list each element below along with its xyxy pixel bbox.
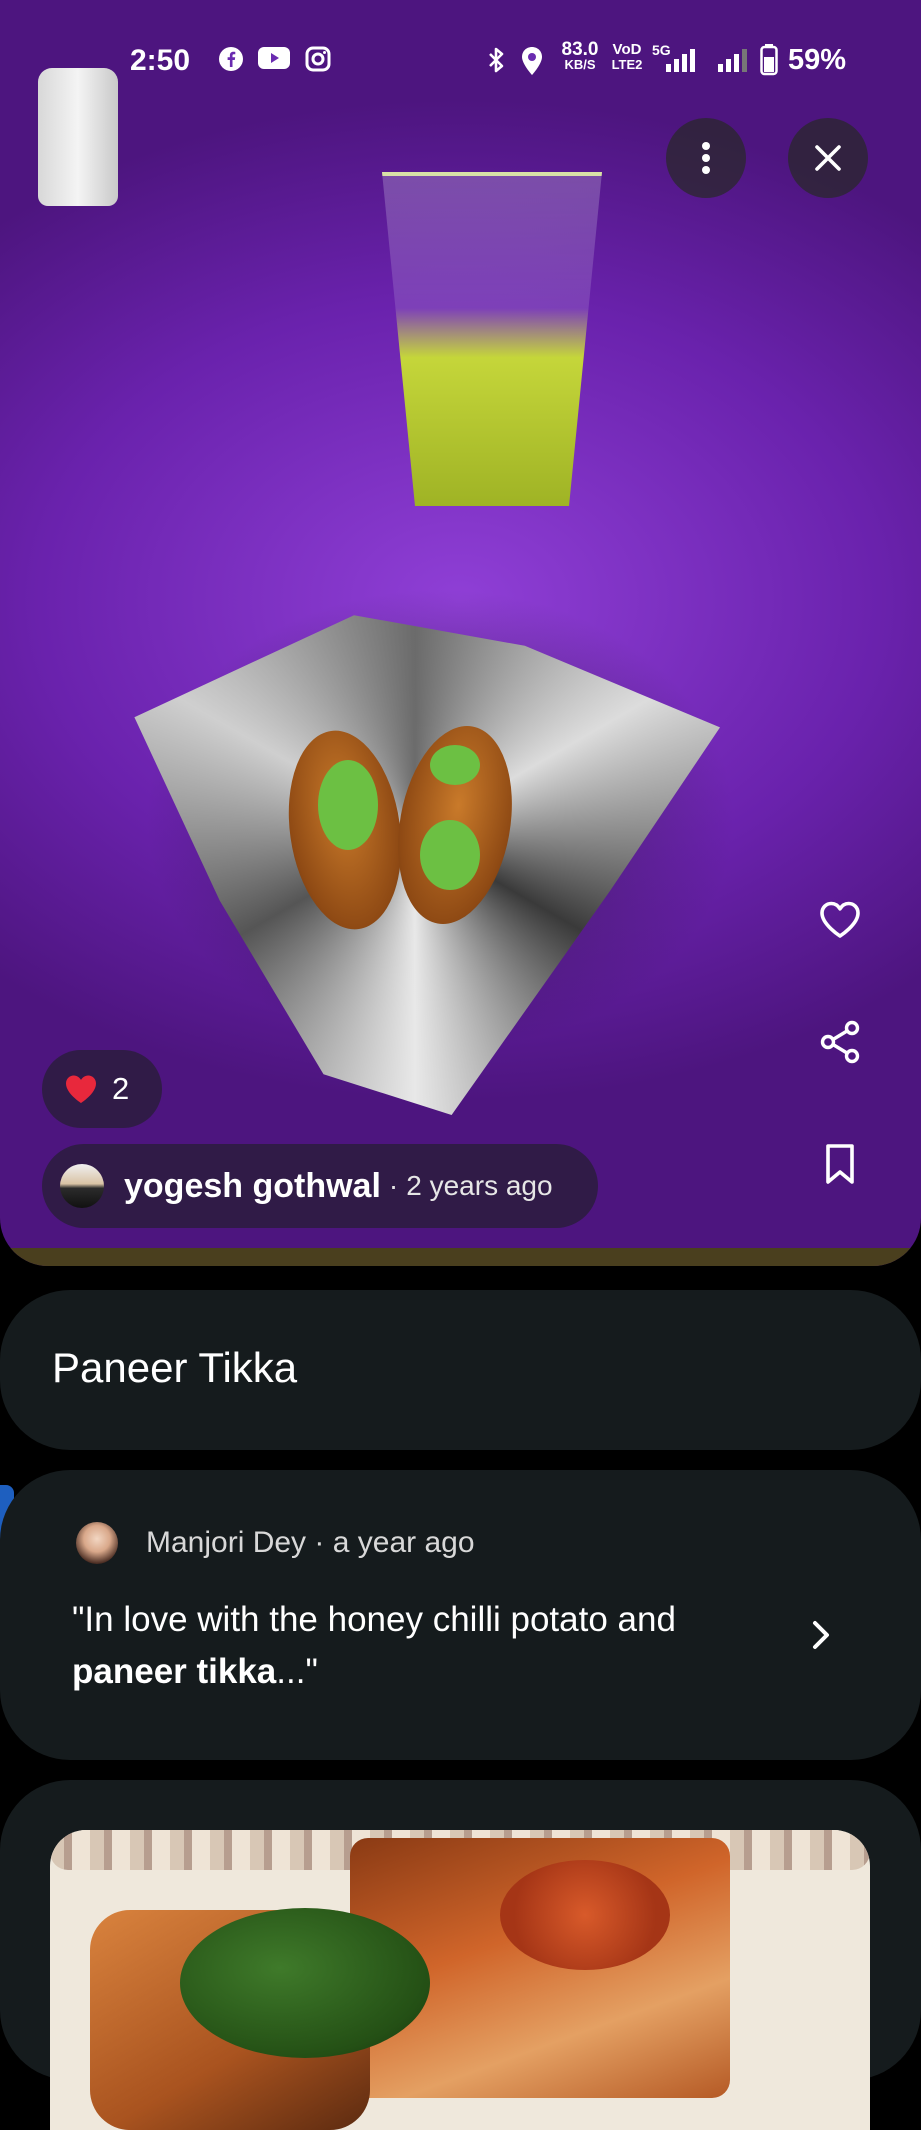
share-icon xyxy=(820,1020,860,1064)
battery-icon xyxy=(760,44,778,83)
related-dish-photo[interactable] xyxy=(50,1830,870,2130)
like-button[interactable] xyxy=(816,896,864,944)
chutney-graphic xyxy=(430,745,480,785)
capsicum-graphic xyxy=(180,1908,430,2058)
likes-count: 2 xyxy=(112,1071,130,1106)
likes-badge[interactable]: 2 xyxy=(42,1050,162,1128)
posted-time: 2 years ago xyxy=(406,1170,553,1201)
review-text-end: ..." xyxy=(276,1652,318,1691)
review-time: a year ago xyxy=(332,1526,475,1559)
review-text-highlight: paneer tikka xyxy=(72,1652,277,1691)
save-button[interactable] xyxy=(816,1140,864,1188)
signal-strength-icon xyxy=(664,48,706,81)
volte-bottom: LTE2 xyxy=(611,57,643,72)
tomato-graphic xyxy=(500,1860,670,1970)
bluetooth-icon xyxy=(486,46,506,81)
photo-author[interactable]: yogesh gothwal · 2 years ago xyxy=(42,1144,598,1228)
signal-strength-2-icon xyxy=(716,48,752,81)
network-speed-value: 83.0 xyxy=(561,39,599,60)
instagram-icon xyxy=(305,46,331,79)
heart-outline-icon xyxy=(820,901,860,938)
status-time: 2:50 xyxy=(130,44,191,77)
share-button[interactable] xyxy=(816,1018,864,1066)
review-meta: Manjori Dey · a year ago xyxy=(146,1526,475,1560)
more-options-button[interactable] xyxy=(666,118,746,198)
battery-percentage: 59% xyxy=(787,44,846,76)
reviewer-avatar xyxy=(76,1522,118,1564)
review-text-start: "In love with the honey chilli potato an… xyxy=(72,1600,676,1639)
review-card[interactable]: Manjori Dey · a year ago "In love with t… xyxy=(0,1470,921,1760)
more-vert-icon xyxy=(702,142,710,174)
author-name: yogesh gothwal xyxy=(124,1166,381,1205)
reviewer-name: Manjori Dey xyxy=(146,1526,307,1559)
volte-indicator: VoD LTE2 xyxy=(610,42,644,72)
author-separator: · xyxy=(388,1170,399,1201)
photo-bottom-strip xyxy=(0,1248,921,1266)
status-bar: 2:50 83.0 KB/S VoD LTE2 5G 59% xyxy=(0,0,921,120)
chutney-graphic xyxy=(420,820,480,890)
youtube-icon xyxy=(258,46,290,77)
glass-graphic xyxy=(382,172,602,506)
heart-filled-icon xyxy=(66,1075,96,1103)
facebook-icon xyxy=(218,46,244,79)
chutney-graphic xyxy=(318,760,378,850)
close-icon xyxy=(815,145,841,171)
network-speed: 83.0 KB/S xyxy=(556,39,604,72)
close-button[interactable] xyxy=(788,118,868,198)
dish-title: Paneer Tikka xyxy=(52,1344,298,1391)
location-icon xyxy=(520,46,544,83)
volte-top: VoD xyxy=(612,41,642,58)
author-avatar xyxy=(60,1164,104,1208)
review-separator: · xyxy=(314,1526,325,1559)
chevron-right-icon[interactable] xyxy=(808,1618,834,1652)
review-snippet: "In love with the honey chilli potato an… xyxy=(72,1594,752,1698)
related-photo-card[interactable] xyxy=(0,1780,921,2130)
dish-title-card: Paneer Tikka xyxy=(0,1290,921,1450)
bookmark-icon xyxy=(826,1144,854,1184)
